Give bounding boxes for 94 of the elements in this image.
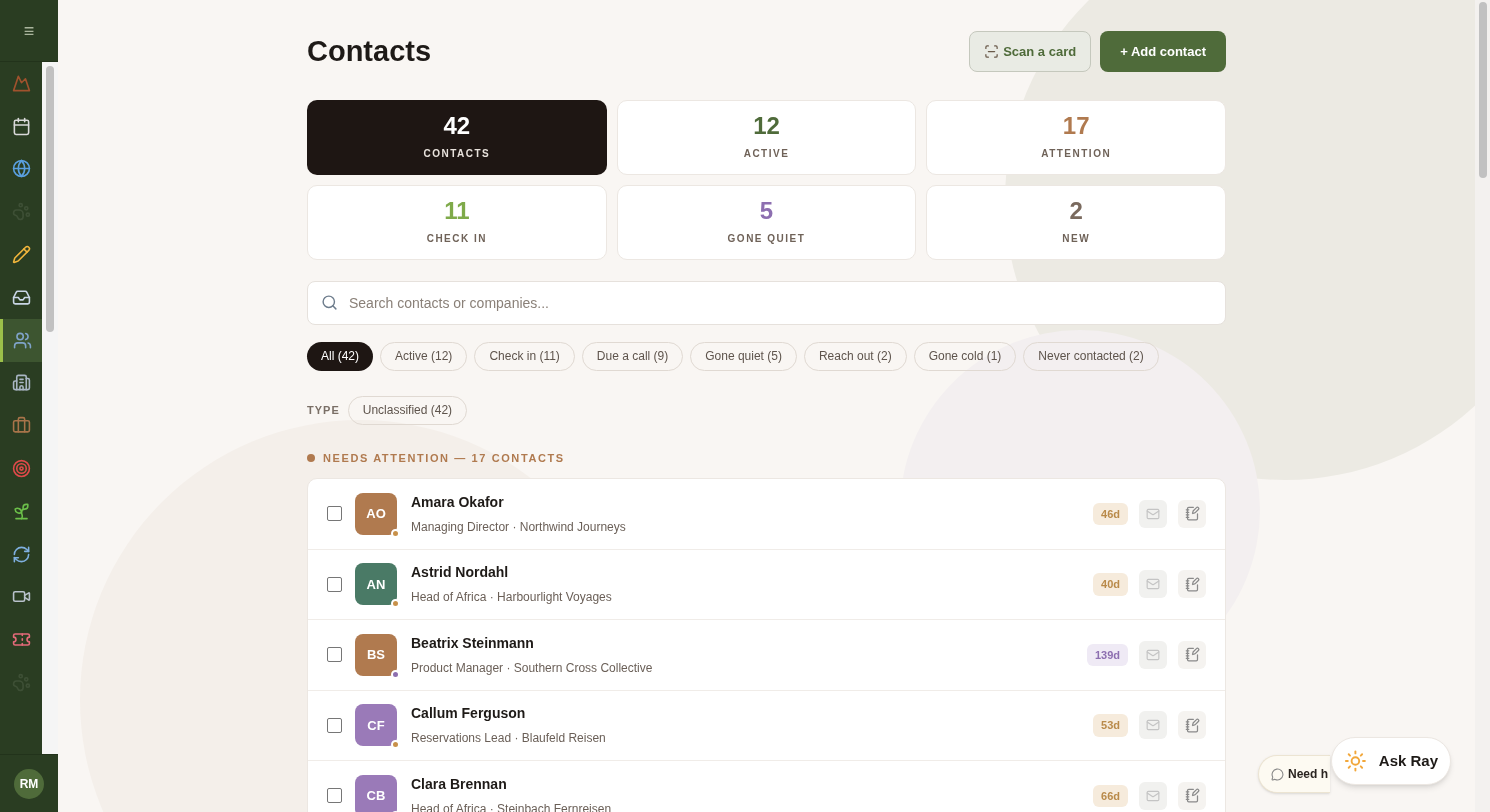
building-icon [11, 373, 31, 393]
stat-card[interactable]: 5 GONE QUIET [616, 184, 917, 260]
stat-card[interactable]: 2 NEW [926, 184, 1226, 260]
notepad-icon [1184, 717, 1200, 733]
need-help-button[interactable]: Need h [1258, 755, 1330, 793]
note-button[interactable] [1178, 711, 1206, 740]
days-badge: 139d [1086, 643, 1128, 666]
inbox-icon [11, 287, 31, 307]
speech-bubble-icon [1271, 767, 1284, 781]
envelope-icon [1146, 577, 1160, 592]
calendar-icon [11, 116, 31, 136]
stat-label: CHECK IN [426, 231, 487, 246]
days-badge: 46d [1093, 502, 1128, 525]
checkbox[interactable] [327, 647, 342, 663]
notepad-icon [1184, 647, 1200, 663]
stat-value: 12 [753, 113, 780, 138]
filter-chip[interactable]: All (42) [307, 341, 373, 371]
ask-ray-button[interactable]: Ask Ray [1331, 737, 1451, 785]
stat-label: CONTACTS [423, 146, 491, 161]
days-badge: 66d [1093, 784, 1128, 807]
envelope-icon [1146, 788, 1160, 803]
contact-row[interactable]: CB Clara Brennan Head of Africa · Steinbach Fernreisen 66d [308, 761, 1225, 812]
stat-card[interactable]: 17 ATTENTION [926, 99, 1226, 175]
checkbox[interactable] [327, 506, 342, 522]
search-icon [321, 293, 338, 311]
contact-avatar: CB [355, 774, 397, 812]
contact-row[interactable]: CF Callum Ferguson Reservations Lead · Blaufeld Reisen 53d [308, 690, 1225, 761]
note-button[interactable] [1178, 570, 1206, 599]
stat-label: ACTIVE [743, 146, 790, 161]
checkbox[interactable] [327, 717, 342, 733]
note-button[interactable] [1178, 781, 1206, 810]
sun-icon [1344, 749, 1367, 773]
users-icon [13, 330, 32, 350]
stat-value: 5 [759, 198, 774, 223]
contact-name: Beatrix Steinmann [411, 633, 535, 653]
email-button[interactable] [1139, 781, 1167, 810]
contact-avatar: CF [355, 704, 397, 747]
contact-subtitle: Head of Africa · Harbourlight Voyages [411, 589, 613, 607]
email-button[interactable] [1139, 711, 1167, 740]
add-contact-button[interactable]: + Add contact [1100, 31, 1226, 73]
scan-card-button[interactable]: Scan a card [969, 31, 1092, 73]
search-field[interactable]: Search contacts or companies... [307, 280, 1226, 325]
contact-row[interactable]: BS Beatrix Steinmann Product Manager · Southern Cross Collective 139d [308, 620, 1225, 691]
contact-subtitle: Managing Director · Northwind Journeys [411, 518, 627, 536]
mountain-icon [11, 73, 31, 93]
stat-card[interactable]: 11 CHECK IN [307, 184, 607, 260]
page-title: Contacts [307, 34, 432, 69]
pencil-icon [11, 245, 31, 265]
days-badge: 53d [1093, 714, 1128, 737]
briefcase-icon [11, 416, 31, 436]
contact-avatar: AN [355, 563, 397, 606]
contact-name: Astrid Nordahl [411, 563, 510, 583]
refresh-icon [11, 544, 31, 564]
contact-subtitle: Reservations Lead · Blaufeld Reisen [411, 730, 607, 748]
contact-avatar: BS [355, 633, 397, 676]
stat-value: 42 [443, 113, 471, 138]
notepad-icon [1184, 506, 1200, 522]
sidebar-item[interactable] [0, 318, 42, 362]
stat-label: GONE QUIET [727, 231, 806, 246]
sprout-icon [11, 501, 31, 521]
contact-row[interactable]: AO Amara Okafor Managing Director · Northwind Journeys 46d [308, 479, 1225, 550]
contact-row[interactable]: AN Astrid Nordahl Head of Africa · Harbourlight Voyages 40d [308, 549, 1225, 620]
stat-card[interactable]: 12 ACTIVE [616, 99, 917, 175]
email-button[interactable] [1139, 499, 1167, 528]
email-button[interactable] [1139, 570, 1167, 599]
section-heading: NEEDS ATTENTION — 17 CONTACTS [323, 450, 565, 466]
checkbox[interactable] [327, 576, 342, 592]
note-button[interactable] [1178, 640, 1206, 669]
envelope-icon [1146, 647, 1160, 662]
contact-name: Clara Brennan [411, 774, 508, 794]
contact-subtitle: Product Manager · Southern Cross Collective [411, 659, 654, 677]
email-button[interactable] [1139, 640, 1167, 669]
note-button[interactable] [1178, 499, 1206, 528]
stat-label: ATTENTION [1041, 146, 1112, 161]
stat-card[interactable]: 42 CONTACTS [307, 99, 607, 175]
globe-icon [11, 159, 31, 179]
stat-label: NEW [1062, 231, 1091, 246]
stat-value: 17 [1062, 113, 1090, 138]
envelope-icon [1146, 718, 1160, 733]
contact-avatar: AO [355, 492, 397, 535]
checkbox[interactable] [327, 788, 342, 804]
user-avatar[interactable]: RM [14, 768, 44, 799]
scanner-icon [984, 44, 1000, 60]
stat-value: 11 [444, 198, 470, 223]
notepad-icon [1184, 788, 1200, 804]
envelope-icon [1146, 506, 1160, 521]
notepad-icon [1184, 576, 1200, 592]
contact-name: Amara Okafor [411, 492, 505, 512]
stat-value: 2 [1069, 198, 1083, 223]
contact-name: Callum Ferguson [411, 704, 527, 724]
days-badge: 40d [1093, 573, 1128, 596]
target-icon [11, 459, 31, 479]
type-label: TYPE [307, 402, 340, 418]
contact-subtitle: Head of Africa · Steinbach Fernreisen [411, 800, 613, 812]
